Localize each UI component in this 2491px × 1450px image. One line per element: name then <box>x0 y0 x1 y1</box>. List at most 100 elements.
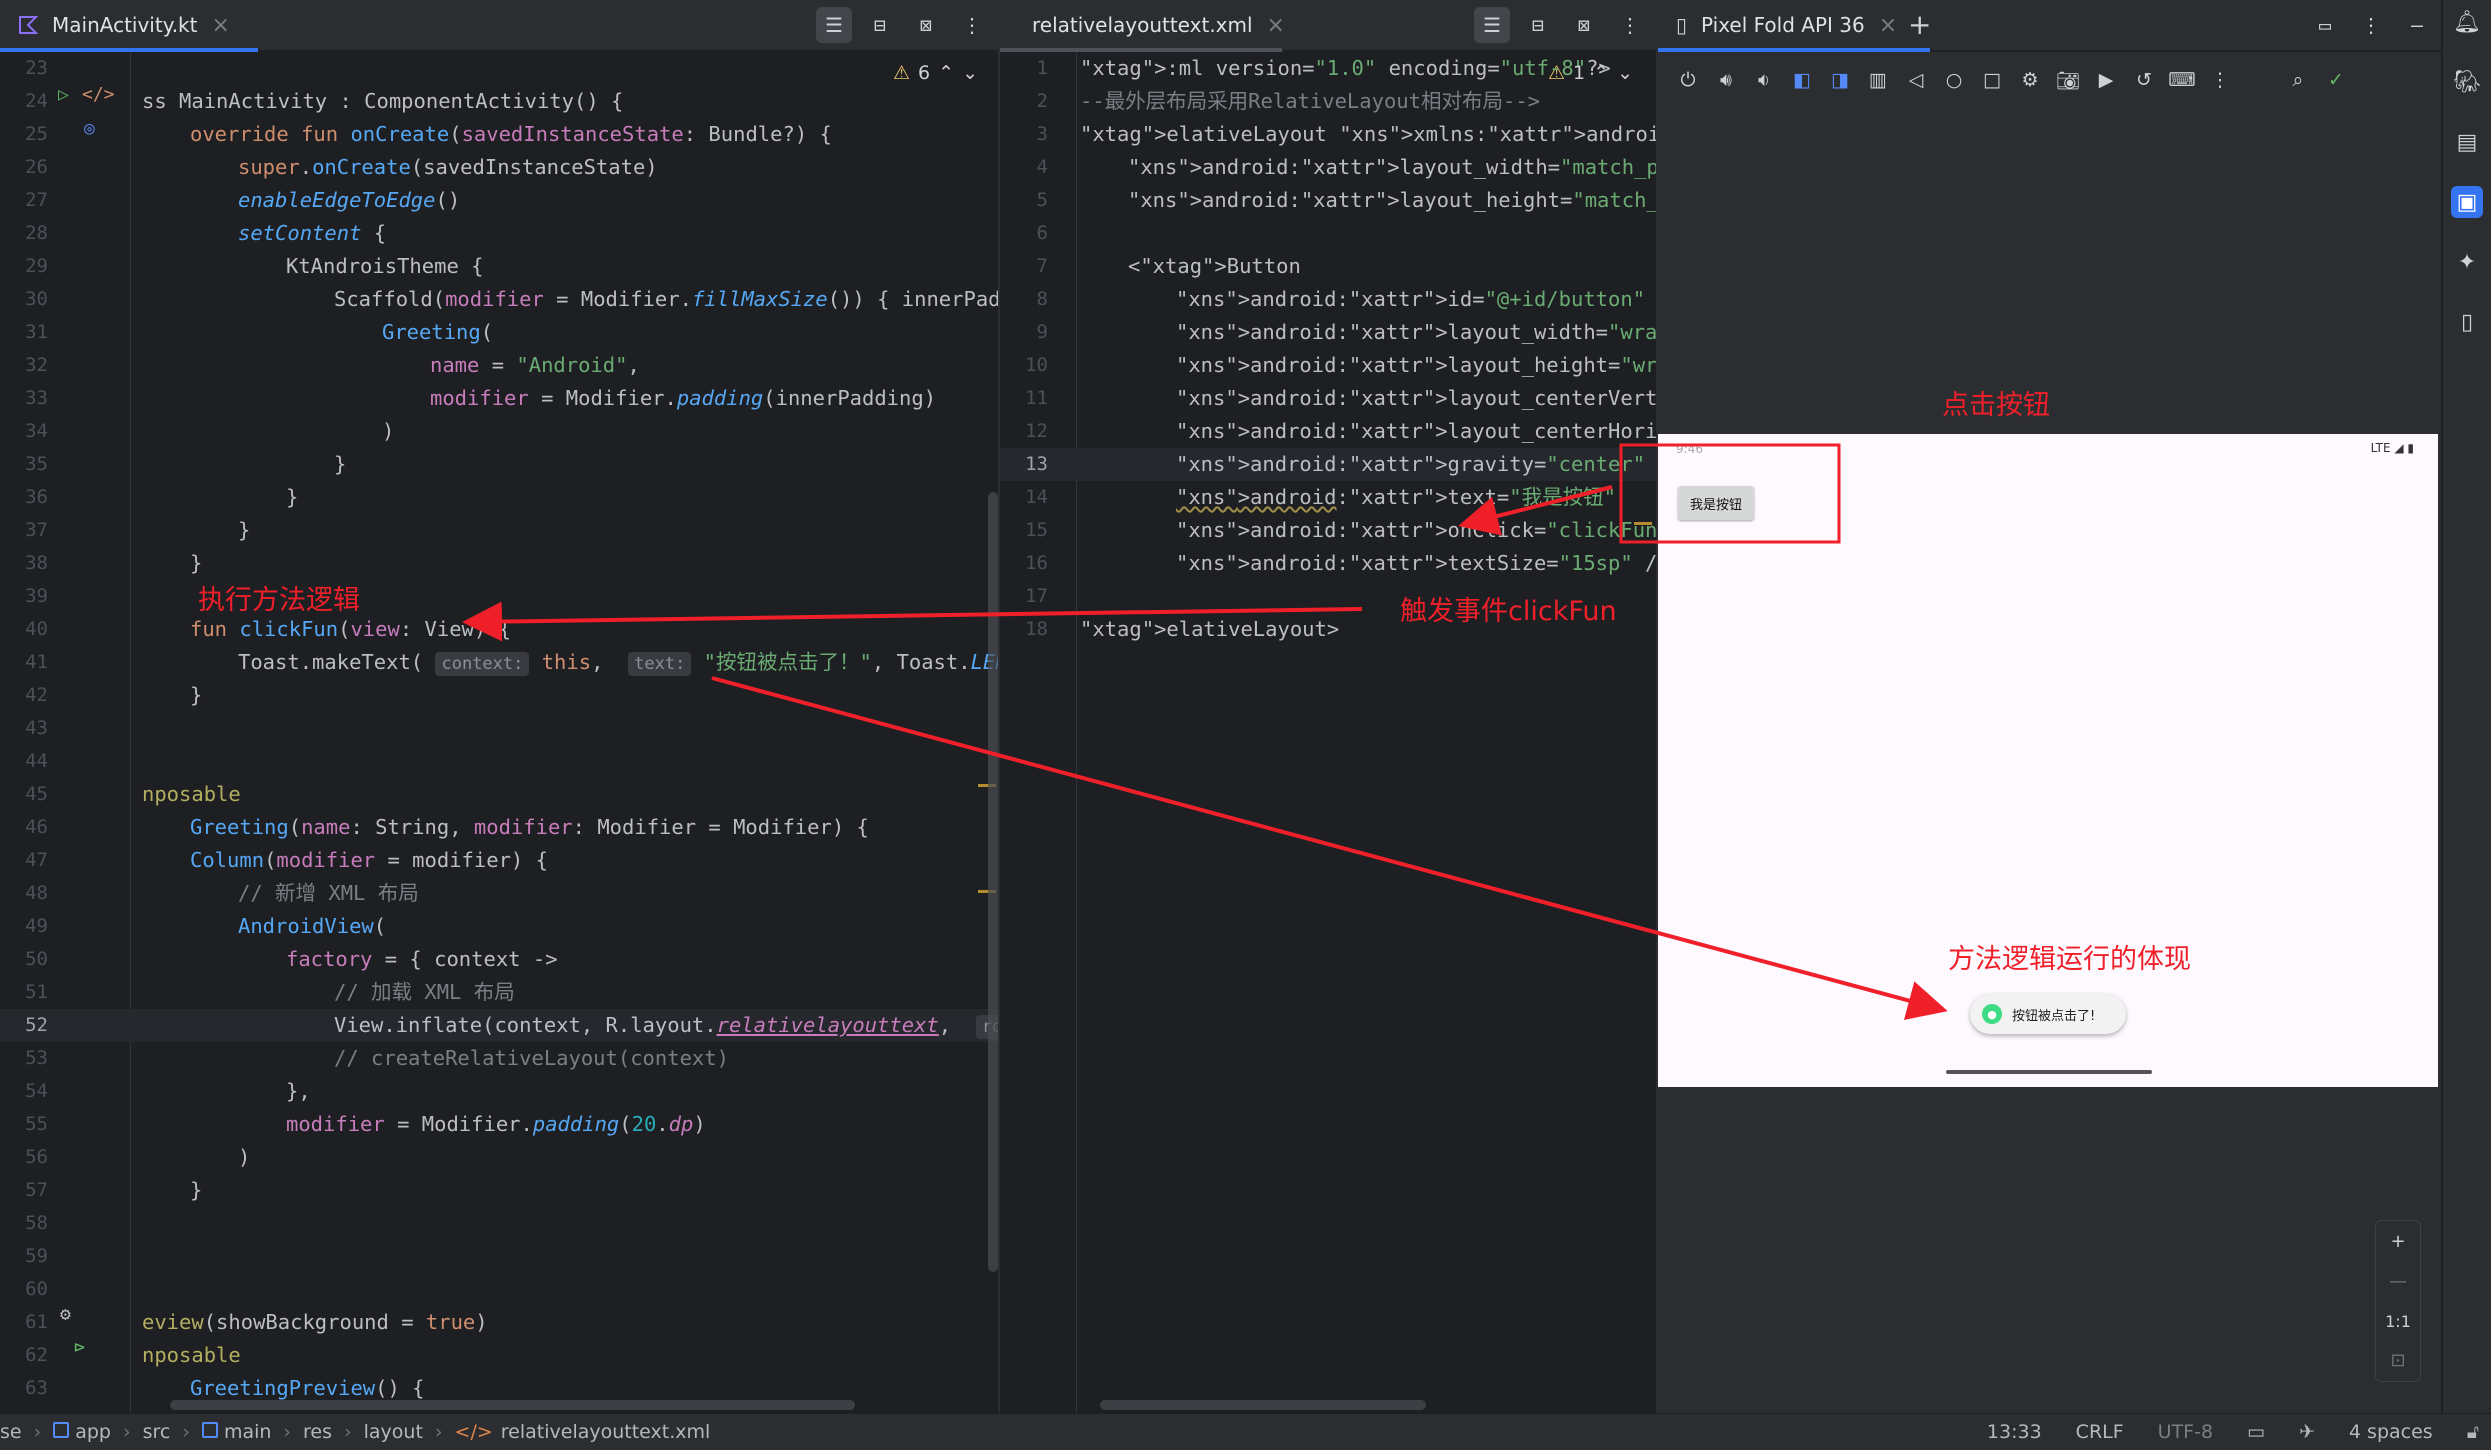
close-icon[interactable]: × <box>211 13 229 38</box>
code-line[interactable]: 56) <box>0 1141 998 1174</box>
code-line[interactable]: 44 <box>0 745 998 778</box>
xml-code-area[interactable]: 1 "xtag">:ml version="1.0" encoding="utf-… <box>1000 52 1656 1414</box>
code-line[interactable]: 57} <box>0 1174 998 1207</box>
code-line[interactable]: 32 name = "Android", <box>0 349 998 382</box>
close-icon[interactable]: × <box>1879 13 1897 38</box>
code-line[interactable]: 8 "xns">android:"xattr">id="@+id/button" <box>1000 283 1656 316</box>
design-view-icon[interactable]: ⊠ <box>908 7 944 43</box>
code-line[interactable]: 31 Greeting( <box>0 316 998 349</box>
add-device-icon[interactable]: + <box>1908 8 1931 41</box>
ai-assistant-icon[interactable]: ✈ <box>2299 1421 2315 1443</box>
code-line[interactable]: 46 Greeting(name: String, modifier: Modif… <box>0 811 998 844</box>
code-line[interactable]: 33 modifier = Modifier.padding(innerPaddi… <box>0 382 998 415</box>
code-line[interactable]: 42} <box>0 679 998 712</box>
gesture-nav-bar[interactable] <box>1946 1070 2152 1074</box>
code-line[interactable]: 51 // 加载 XML 布局 <box>0 976 998 1009</box>
app-button[interactable]: 我是按钮 <box>1678 486 1754 520</box>
rotate-icon[interactable]: ↺ <box>2128 64 2160 96</box>
code-view-icon[interactable]: ☰ <box>1474 7 1510 43</box>
device-manager-icon[interactable]: ▤ <box>2451 126 2483 158</box>
horizontal-scrollbar[interactable] <box>1100 1400 1426 1410</box>
home-icon[interactable]: ○ <box>1938 64 1970 96</box>
code-line[interactable]: 34) <box>0 415 998 448</box>
tab-mainactivity[interactable]: MainActivity.kt × <box>0 0 258 52</box>
code-line[interactable]: 23 <box>0 52 998 85</box>
more-options-icon[interactable]: ⋮ <box>954 7 990 43</box>
code-line[interactable]: 4 "xns">android:"xattr">layout_width="mat… <box>1000 151 1656 184</box>
code-line[interactable]: 6 <box>1000 217 1656 250</box>
volume-down-icon[interactable]: 🔉︎ <box>1748 64 1780 96</box>
tab-relativelayouttext[interactable]: </> relativelayouttext.xml × <box>1000 0 1285 52</box>
code-line[interactable]: 61 eview(showBackground = true) <box>0 1306 998 1339</box>
screenshot-icon[interactable]: 📷︎ <box>2052 64 2084 96</box>
split-view-icon[interactable]: ⊟ <box>1520 7 1556 43</box>
code-line[interactable]: 49 AndroidView( <box>0 910 998 943</box>
gemini-icon[interactable]: ✦ <box>2451 246 2483 278</box>
tab-pixel-fold[interactable]: ▯ Pixel Fold API 36 × <box>1658 0 1930 52</box>
window-icon[interactable]: ▭ <box>2307 7 2343 43</box>
lock-icon[interactable]: 🔓︎ <box>2467 1421 2479 1443</box>
code-line[interactable]: 15 "xns">android:"xattr">onClick="clickFu… <box>1000 514 1656 547</box>
zoom-actual-size[interactable]: 1:1 <box>2385 1312 2411 1331</box>
running-devices-icon[interactable]: ▣ <box>2451 186 2483 218</box>
code-line[interactable]: 13 "xns">android:"xattr">gravity="center" <box>1000 448 1656 481</box>
keyboard-icon[interactable]: ⌨ <box>2166 64 2198 96</box>
breadcrumb-item[interactable]: src <box>143 1421 171 1443</box>
file-encoding[interactable]: UTF-8 <box>2158 1421 2213 1443</box>
check-icon[interactable]: ✓ <box>2320 64 2352 96</box>
device-mirror-icon[interactable]: ▯ <box>2451 306 2483 338</box>
code-line[interactable]: 1 "xtag">:ml version="1.0" encoding="utf-… <box>1000 52 1656 85</box>
comment-icon[interactable]: ▭ <box>2247 1421 2265 1443</box>
code-line[interactable]: 29 KtAndroisTheme { <box>0 250 998 283</box>
code-line[interactable]: 28 setContent { <box>0 217 998 250</box>
zoom-out-icon[interactable]: — <box>2389 1271 2407 1292</box>
minimize-icon[interactable]: — <box>2399 7 2435 43</box>
code-line[interactable]: 59 <box>0 1240 998 1273</box>
more-options-icon[interactable]: ⋮ <box>1612 7 1648 43</box>
more-options-icon[interactable]: ⋮ <box>2353 7 2389 43</box>
breadcrumb-item[interactable]: </> relativelayouttext.xml <box>455 1421 711 1443</box>
code-line[interactable]: 50 factory = { context -> <box>0 943 998 976</box>
breadcrumb-item[interactable]: se <box>0 1421 22 1443</box>
code-line[interactable]: 62 nposable <box>0 1339 998 1372</box>
code-line[interactable]: 25 override fun onCreate(savedInstanceSta… <box>0 118 998 151</box>
line-separator[interactable]: CRLF <box>2076 1421 2124 1443</box>
code-line[interactable]: 41 Toast.makeText( context: this, text: "… <box>0 646 998 679</box>
warning-marker[interactable] <box>1634 522 1652 525</box>
power-icon[interactable]: ⏻ <box>1672 64 1704 96</box>
code-line[interactable]: 38} <box>0 547 998 580</box>
notifications-icon[interactable]: 🔔︎ <box>2451 6 2483 38</box>
code-line[interactable]: 16 "xns">android:"xattr">textSize="15sp" … <box>1000 547 1656 580</box>
code-line[interactable]: 60 <box>0 1273 998 1306</box>
code-line[interactable]: 52 View.inflate(context, R.layout.relativ… <box>0 1009 998 1042</box>
caret-position[interactable]: 13:33 <box>1987 1421 2042 1443</box>
code-view-icon[interactable]: ☰ <box>816 7 852 43</box>
device-screen[interactable]: 9:46 LTE ◢ ▮ 我是按钮 ● 按钮被点击了! <box>1658 434 2438 1087</box>
fit-screen-icon[interactable]: ⊡ <box>2390 1350 2405 1371</box>
code-line[interactable]: 10 "xns">android:"xattr">layout_height="w… <box>1000 349 1656 382</box>
design-view-icon[interactable]: ⊠ <box>1566 7 1602 43</box>
indent-setting[interactable]: 4 spaces <box>2349 1421 2433 1443</box>
overview-icon[interactable]: □ <box>1976 64 2008 96</box>
code-line[interactable]: 12 "xns">android:"xattr">layout_centerHor… <box>1000 415 1656 448</box>
code-line[interactable]: 26 super.onCreate(savedInstanceState) <box>0 151 998 184</box>
split-view-icon[interactable]: ⊟ <box>862 7 898 43</box>
code-line[interactable]: 36} <box>0 481 998 514</box>
code-line[interactable]: 48 // 新增 XML 布局 <box>0 877 998 910</box>
code-line[interactable]: 24 ss MainActivity : ComponentActivity() … <box>0 85 998 118</box>
breadcrumb-item[interactable]: res <box>303 1421 332 1443</box>
vertical-scrollbar[interactable] <box>988 492 998 1272</box>
code-line[interactable]: 37} <box>0 514 998 547</box>
code-line[interactable]: 9 "xns">android:"xattr">layout_width="wra… <box>1000 316 1656 349</box>
kotlin-code-area[interactable]: ▷ </> ◎ ⚙ ⊳ 23 24 ss MainActivity : Compon… <box>0 52 998 1414</box>
code-line[interactable]: 53 // createRelativeLayout(context) <box>0 1042 998 1075</box>
code-line[interactable]: 45 nposable <box>0 778 998 811</box>
fold-icon[interactable]: ◧ <box>1786 64 1818 96</box>
code-line[interactable]: 3 "xtag">elativeLayout "xns">xmlns:"xattr… <box>1000 118 1656 151</box>
code-line[interactable]: 7 <"xtag">Button <box>1000 250 1656 283</box>
breadcrumb-item[interactable]: main <box>201 1421 271 1443</box>
breadcrumb-item[interactable]: app <box>53 1421 111 1443</box>
code-line[interactable]: 11 "xns">android:"xattr">layout_centerVer… <box>1000 382 1656 415</box>
breadcrumb-item[interactable]: layout <box>364 1421 423 1443</box>
code-line[interactable]: 5 "xns">android:"xattr">layout_height="ma… <box>1000 184 1656 217</box>
